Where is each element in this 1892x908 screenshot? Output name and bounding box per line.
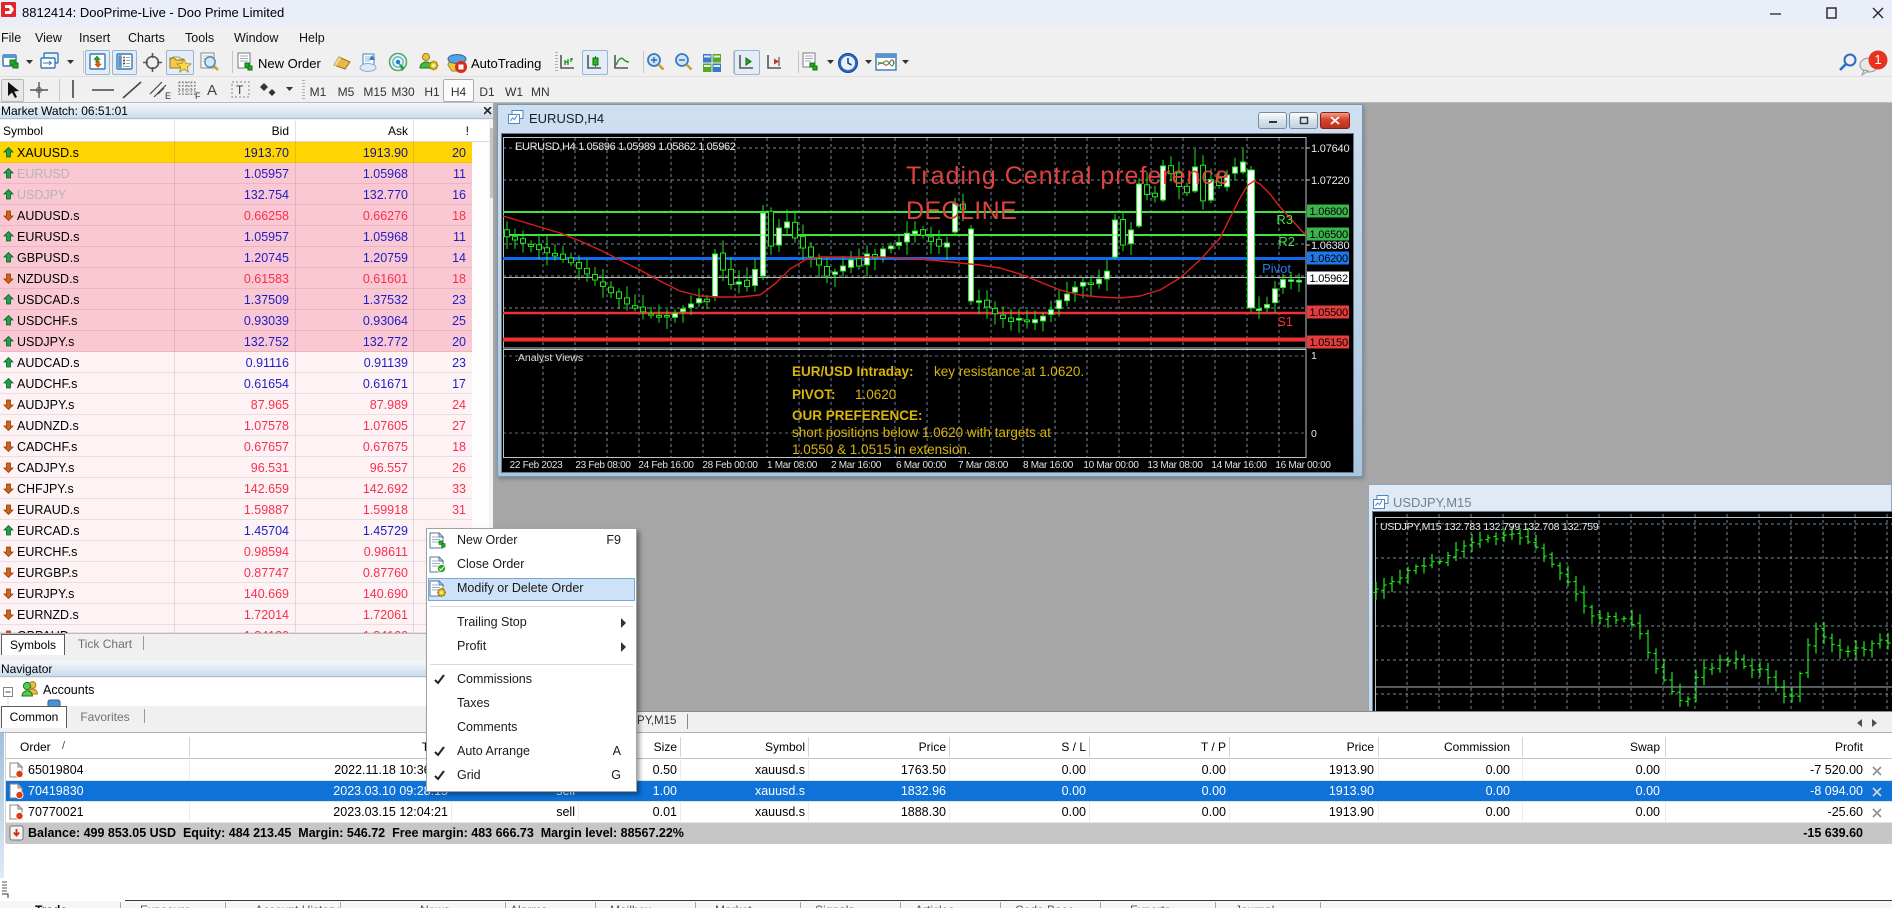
svg-text:key resistance at 1.0620.: key resistance at 1.0620.: [934, 364, 1084, 379]
svg-text:23 Feb 08:00: 23 Feb 08:00: [575, 460, 631, 471]
svg-text:2 Mar 16:00: 2 Mar 16:00: [831, 460, 882, 471]
svg-text:short positions below 1.0620 w: short positions below 1.0620 with target…: [792, 425, 1051, 440]
svg-text:E: E: [165, 91, 171, 100]
svg-text:24 Feb 16:00: 24 Feb 16:00: [638, 460, 694, 471]
svg-text:F: F: [195, 91, 201, 100]
svg-text:6 Mar 00:00: 6 Mar 00:00: [896, 460, 947, 471]
svg-text:PIVOT:: PIVOT:: [792, 387, 836, 402]
svg-text:EURUSD,H4 1.05896 1.05989 1.0: EURUSD,H4 1.05896 1.05989 1.05862 1.0596…: [515, 141, 736, 153]
svg-text:1.07220: 1.07220: [1311, 175, 1349, 187]
svg-text:USDJPY,M15 132.783 132.799 13: USDJPY,M15 132.783 132.799 132.708 132.7…: [1380, 521, 1599, 533]
svg-text:R3: R3: [1276, 212, 1293, 227]
svg-text:0: 0: [1311, 428, 1317, 440]
svg-text:13 Mar 08:00: 13 Mar 08:00: [1147, 460, 1203, 471]
svg-text:1.05150: 1.05150: [1310, 337, 1348, 349]
svg-text:8 Mar 16:00: 8 Mar 16:00: [1023, 460, 1074, 471]
svg-text:1.06800: 1.06800: [1310, 206, 1348, 218]
svg-text:16 Mar 00:00: 16 Mar 00:00: [1275, 460, 1331, 471]
svg-text:14 Mar 16:00: 14 Mar 16:00: [1211, 460, 1267, 471]
svg-text:1: 1: [1874, 52, 1881, 67]
svg-text:1.06380: 1.06380: [1311, 240, 1349, 252]
svg-text:.Analyst Views: .Analyst Views: [515, 352, 583, 364]
svg-text:1.05962: 1.05962: [1310, 273, 1348, 285]
svg-text:T: T: [236, 83, 244, 97]
svg-text:EUR/USD Intraday:: EUR/USD Intraday:: [792, 364, 914, 379]
svg-text:1.05500: 1.05500: [1310, 307, 1348, 319]
svg-text:1.07640: 1.07640: [1311, 143, 1349, 155]
svg-text:1.06200: 1.06200: [1310, 253, 1348, 265]
svg-text:22 Feb 2023: 22 Feb 2023: [510, 460, 564, 471]
svg-text:R2: R2: [1278, 234, 1295, 249]
svg-text:1: 1: [1311, 350, 1317, 362]
svg-text:1 Mar 08:00: 1 Mar 08:00: [767, 460, 818, 471]
svg-text:Trading Central preference: Trading Central preference: [906, 162, 1230, 190]
svg-text:Pivot: Pivot: [1262, 261, 1291, 276]
svg-text:1.0550 & 1.0515 in extension.: 1.0550 & 1.0515 in extension.: [792, 442, 971, 457]
svg-text:1.0620: 1.0620: [855, 387, 896, 402]
svg-text:10 Mar 00:00: 10 Mar 00:00: [1083, 460, 1139, 471]
svg-text:28 Feb 00:00: 28 Feb 00:00: [702, 460, 758, 471]
svg-text:DECLINE: DECLINE: [906, 197, 1017, 225]
svg-text:OUR PREFERENCE:: OUR PREFERENCE:: [792, 408, 923, 423]
svg-text:7 Mar 08:00: 7 Mar 08:00: [958, 460, 1009, 471]
svg-text:S1: S1: [1277, 314, 1293, 329]
